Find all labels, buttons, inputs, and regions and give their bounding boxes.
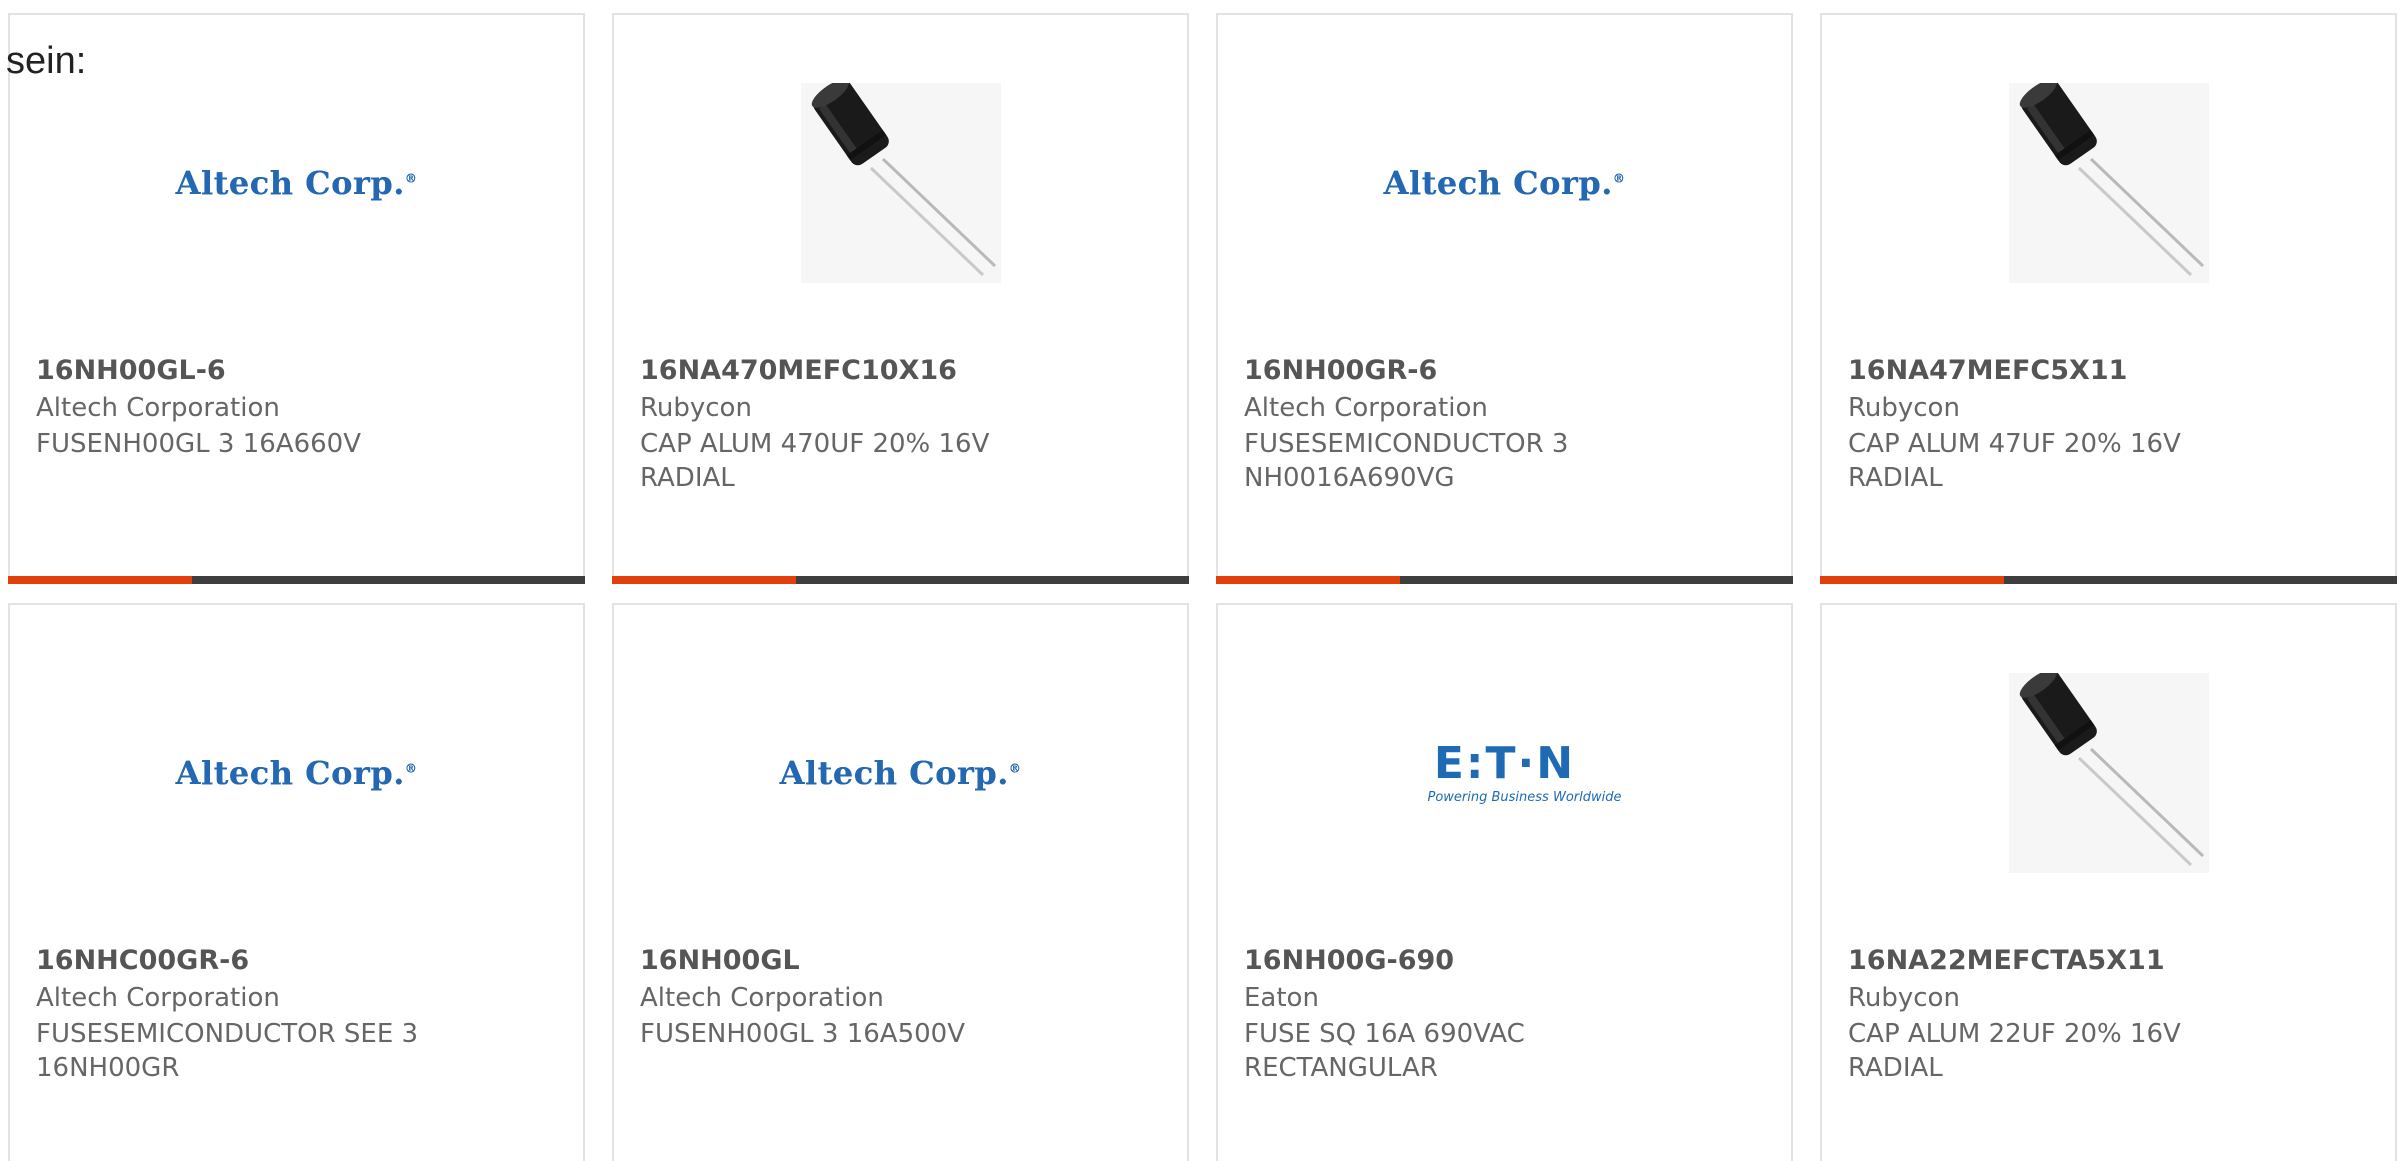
part-number[interactable]: 16NH00GL-6	[36, 355, 226, 386]
manufacturer: Altech Corporation	[36, 393, 280, 423]
card-bar	[1820, 576, 2397, 584]
product-image[interactable]	[614, 83, 1187, 283]
manufacturer: Rubycon	[640, 393, 752, 423]
eaton-logo: E:T·N Powering Business Worldwide	[1427, 737, 1622, 805]
product-card[interactable]: Altech Corp.® 16NH00GR-6 Altech Corporat…	[1216, 13, 1793, 584]
card-bar	[1216, 576, 1793, 584]
manufacturer: Altech Corporation	[36, 983, 280, 1013]
product-card[interactable]: Altech Corp.® 16NH00GL Altech Corporatio…	[612, 603, 1189, 1161]
product-image[interactable]	[1822, 673, 2395, 873]
manufacturer: Eaton	[1244, 983, 1319, 1013]
manufacturer: Altech Corporation	[1244, 393, 1488, 423]
manufacturer: Rubycon	[1848, 393, 1960, 423]
card-bar-accent	[612, 576, 796, 584]
altech-logo: Altech Corp.®	[1383, 164, 1626, 202]
product-card[interactable]: 16NA47MEFC5X11 Rubycon CAP ALUM 47UF 20%…	[1820, 13, 2397, 584]
card-bar	[8, 576, 585, 584]
product-image[interactable]: Altech Corp.®	[10, 673, 583, 873]
description: CAP ALUM 470UF 20% 16V RADIAL	[640, 429, 990, 493]
description: FUSESEMICONDUCTOR 3 NH0016A690VG	[1244, 429, 1569, 493]
altech-logo: Altech Corp.®	[175, 754, 418, 792]
part-number[interactable]: 16NHC00GR-6	[36, 945, 249, 976]
card-bar-accent	[1820, 576, 2004, 584]
product-card[interactable]: 16NA22MEFCTA5X11 Rubycon CAP ALUM 22UF 2…	[1820, 603, 2397, 1161]
card-bar-accent	[8, 576, 192, 584]
description: FUSE SQ 16A 690VAC RECTANGULAR	[1244, 1019, 1525, 1083]
page: sein: Altech Corp.® 16NH00GL-6 Altech Co…	[0, 0, 2400, 1161]
product-image[interactable]: Altech Corp.®	[10, 83, 583, 283]
product-card[interactable]: Altech Corp.® 16NH00GL-6 Altech Corporat…	[8, 13, 585, 584]
product-image[interactable]: Altech Corp.®	[1218, 83, 1791, 283]
part-number[interactable]: 16NH00G-690	[1244, 945, 1454, 976]
card-bar-accent	[1216, 576, 1400, 584]
capacitor-photo	[800, 83, 1001, 283]
card-bar	[612, 576, 1189, 584]
altech-logo: Altech Corp.®	[175, 164, 418, 202]
part-number[interactable]: 16NH00GL	[640, 945, 800, 976]
part-number[interactable]: 16NA470MEFC10X16	[640, 355, 957, 386]
product-image[interactable]: E:T·N Powering Business Worldwide	[1218, 673, 1791, 873]
capacitor-photo	[2008, 83, 2209, 283]
product-image[interactable]: Altech Corp.®	[614, 673, 1187, 873]
description: FUSESEMICONDUCTOR SEE 3 16NH00GR	[36, 1019, 419, 1083]
description: CAP ALUM 22UF 20% 16V RADIAL	[1848, 1019, 2181, 1083]
description: CAP ALUM 47UF 20% 16V RADIAL	[1848, 429, 2181, 493]
lead-text: sein:	[6, 40, 87, 82]
manufacturer: Altech Corporation	[640, 983, 884, 1013]
product-image[interactable]	[1822, 83, 2395, 283]
manufacturer: Rubycon	[1848, 983, 1960, 1013]
product-card[interactable]: Altech Corp.® 16NHC00GR-6 Altech Corpora…	[8, 603, 585, 1161]
part-number[interactable]: 16NH00GR-6	[1244, 355, 1437, 386]
description: FUSENH00GL 3 16A500V	[640, 1019, 965, 1049]
description: FUSENH00GL 3 16A660V	[36, 429, 361, 459]
altech-logo: Altech Corp.®	[779, 754, 1022, 792]
product-card[interactable]: E:T·N Powering Business Worldwide 16NH00…	[1216, 603, 1793, 1161]
part-number[interactable]: 16NA22MEFCTA5X11	[1848, 945, 2165, 976]
product-card[interactable]: 16NA470MEFC10X16 Rubycon CAP ALUM 470UF …	[612, 13, 1189, 584]
part-number[interactable]: 16NA47MEFC5X11	[1848, 355, 2127, 386]
capacitor-photo	[2008, 673, 2209, 873]
